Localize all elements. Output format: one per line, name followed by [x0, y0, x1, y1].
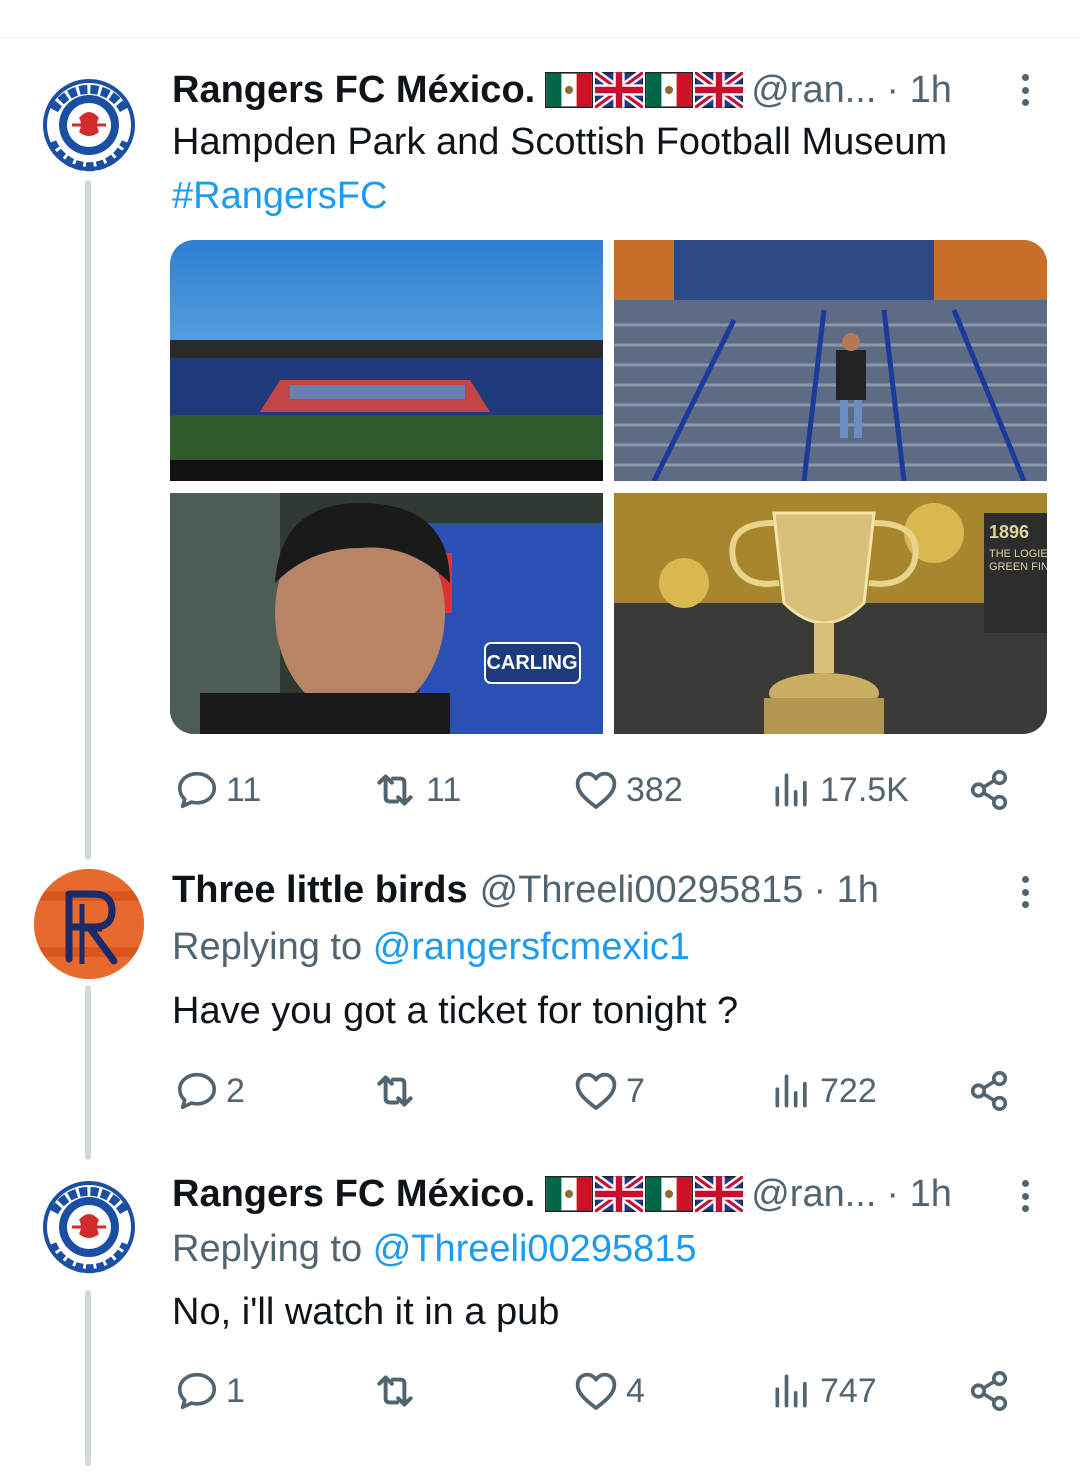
- retweet-icon: [370, 1066, 420, 1116]
- like-count: 382: [626, 770, 683, 809]
- reply-icon: [174, 1368, 220, 1414]
- retweet-button[interactable]: 11: [370, 765, 461, 815]
- tweet-text: Have you got a ticket for tonight ?: [172, 990, 739, 1032]
- uk-flag-icon: [695, 72, 743, 108]
- replying-to-link[interactable]: @rangersfcmexic1: [373, 926, 690, 968]
- share-button[interactable]: [966, 1366, 1012, 1416]
- mexico-flag-icon: [645, 72, 693, 108]
- retweet-icon: [370, 765, 420, 815]
- avatar[interactable]: [34, 1172, 144, 1282]
- rangers-crest-icon: [34, 70, 144, 180]
- share-icon: [966, 767, 1012, 813]
- share-button[interactable]: [966, 1066, 1012, 1116]
- user-handle[interactable]: @ran...: [751, 1173, 876, 1216]
- replying-prefix: Replying to: [172, 1228, 363, 1270]
- retweet-button[interactable]: [370, 1066, 426, 1116]
- display-name[interactable]: Rangers FC México.: [172, 69, 535, 112]
- display-name[interactable]: Rangers FC México.: [172, 1173, 535, 1216]
- views-count: 17.5K: [820, 770, 909, 809]
- tweet-text: No, i'll watch it in a pub: [172, 1291, 560, 1333]
- more-icon[interactable]: [1010, 872, 1040, 912]
- mexico-flag-icon: [545, 72, 593, 108]
- tweet-header: Three little birds @Threeli00295815 · 1h: [172, 868, 879, 912]
- media-grid: CARLING 1896 THE LOGIE GREEN FINA: [170, 240, 1047, 734]
- thread-line: [85, 180, 91, 860]
- flag-emoji-group: [545, 72, 743, 108]
- mexico-flag-icon: [645, 1176, 693, 1212]
- exhibit-caption-text: GREEN FINA: [989, 561, 1047, 573]
- trophy-photo: 1896 THE LOGIE GREEN FINA: [614, 493, 1047, 734]
- tweet-actions: 2 7 722: [0, 1066, 1080, 1116]
- views-icon: [770, 1369, 814, 1413]
- retweet-count: 11: [426, 770, 462, 809]
- user-handle[interactable]: @ran...: [751, 69, 876, 112]
- media-image[interactable]: 1896 THE LOGIE GREEN FINA: [614, 493, 1047, 734]
- rangers-crest-icon: [34, 1172, 144, 1282]
- reply-button[interactable]: 11: [174, 765, 261, 815]
- like-button[interactable]: 7: [572, 1066, 645, 1116]
- avatar[interactable]: [34, 70, 144, 180]
- display-name[interactable]: Three little birds: [172, 869, 468, 912]
- heart-icon: [572, 1067, 620, 1115]
- replying-prefix: Replying to: [172, 926, 363, 968]
- views-count: 722: [820, 1071, 877, 1110]
- media-image[interactable]: CARLING: [170, 493, 603, 734]
- reply-icon: [174, 767, 220, 813]
- selfie-photo: CARLING: [170, 493, 603, 734]
- exhibit-year-text: 1896: [989, 522, 1029, 542]
- share-button[interactable]: [966, 765, 1012, 815]
- stadium-photo: [170, 240, 603, 481]
- tweet-header: Rangers FC México. @ran... · 1h: [172, 68, 952, 112]
- hashtag-link[interactable]: #RangersFC: [172, 169, 387, 223]
- user-handle[interactable]: @Threeli00295815: [480, 869, 804, 912]
- replying-to-link[interactable]: @Threeli00295815: [373, 1228, 697, 1270]
- views-button[interactable]: 722: [770, 1066, 877, 1116]
- like-count: 4: [626, 1371, 645, 1410]
- reply-button[interactable]: 2: [174, 1066, 245, 1116]
- tweet-actions: 11 11 382 17.5K: [0, 765, 1080, 815]
- tweet-header: Rangers FC México. @ran... · 1h: [172, 1172, 952, 1216]
- replying-to: Replying to @rangersfcmexic1: [172, 920, 690, 974]
- uk-flag-icon: [595, 1176, 643, 1212]
- reply-count: 2: [226, 1071, 245, 1110]
- avatar[interactable]: [34, 869, 144, 979]
- jersey-sponsor-text: CARLING: [486, 652, 577, 674]
- retweet-icon: [370, 1366, 420, 1416]
- top-divider: [0, 37, 1080, 38]
- like-count: 7: [626, 1071, 645, 1110]
- media-image[interactable]: [170, 240, 603, 481]
- views-icon: [770, 768, 814, 812]
- exhibit-caption-text: THE LOGIE: [989, 548, 1047, 560]
- heart-icon: [572, 766, 620, 814]
- rangers-monogram-icon: [34, 869, 144, 979]
- reply-icon: [174, 1068, 220, 1114]
- share-icon: [966, 1368, 1012, 1414]
- reply-count: 11: [226, 770, 262, 809]
- like-button[interactable]: 382: [572, 765, 683, 815]
- reply-button[interactable]: 1: [174, 1366, 245, 1416]
- timestamp[interactable]: · 1h: [813, 869, 878, 912]
- share-icon: [966, 1068, 1012, 1114]
- media-image[interactable]: [614, 240, 1047, 481]
- tweet-actions: 1 4 747: [0, 1366, 1080, 1416]
- stairs-photo: [614, 240, 1047, 481]
- uk-flag-icon: [695, 1176, 743, 1212]
- views-icon: [770, 1069, 814, 1113]
- timestamp[interactable]: · 1h: [886, 1173, 951, 1216]
- views-count: 747: [820, 1371, 877, 1410]
- like-button[interactable]: 4: [572, 1366, 645, 1416]
- uk-flag-icon: [595, 72, 643, 108]
- views-button[interactable]: 17.5K: [770, 765, 909, 815]
- heart-icon: [572, 1367, 620, 1415]
- timestamp[interactable]: · 1h: [886, 69, 951, 112]
- flag-emoji-group: [545, 1176, 743, 1212]
- tweet-text: Hampden Park and Scottish Football Museu…: [172, 121, 948, 163]
- reply-count: 1: [226, 1371, 245, 1410]
- more-icon[interactable]: [1010, 1176, 1040, 1216]
- more-icon[interactable]: [1010, 70, 1040, 110]
- mexico-flag-icon: [545, 1176, 593, 1212]
- retweet-button[interactable]: [370, 1366, 426, 1416]
- replying-to: Replying to @Threeli00295815: [172, 1222, 697, 1276]
- views-button[interactable]: 747: [770, 1366, 877, 1416]
